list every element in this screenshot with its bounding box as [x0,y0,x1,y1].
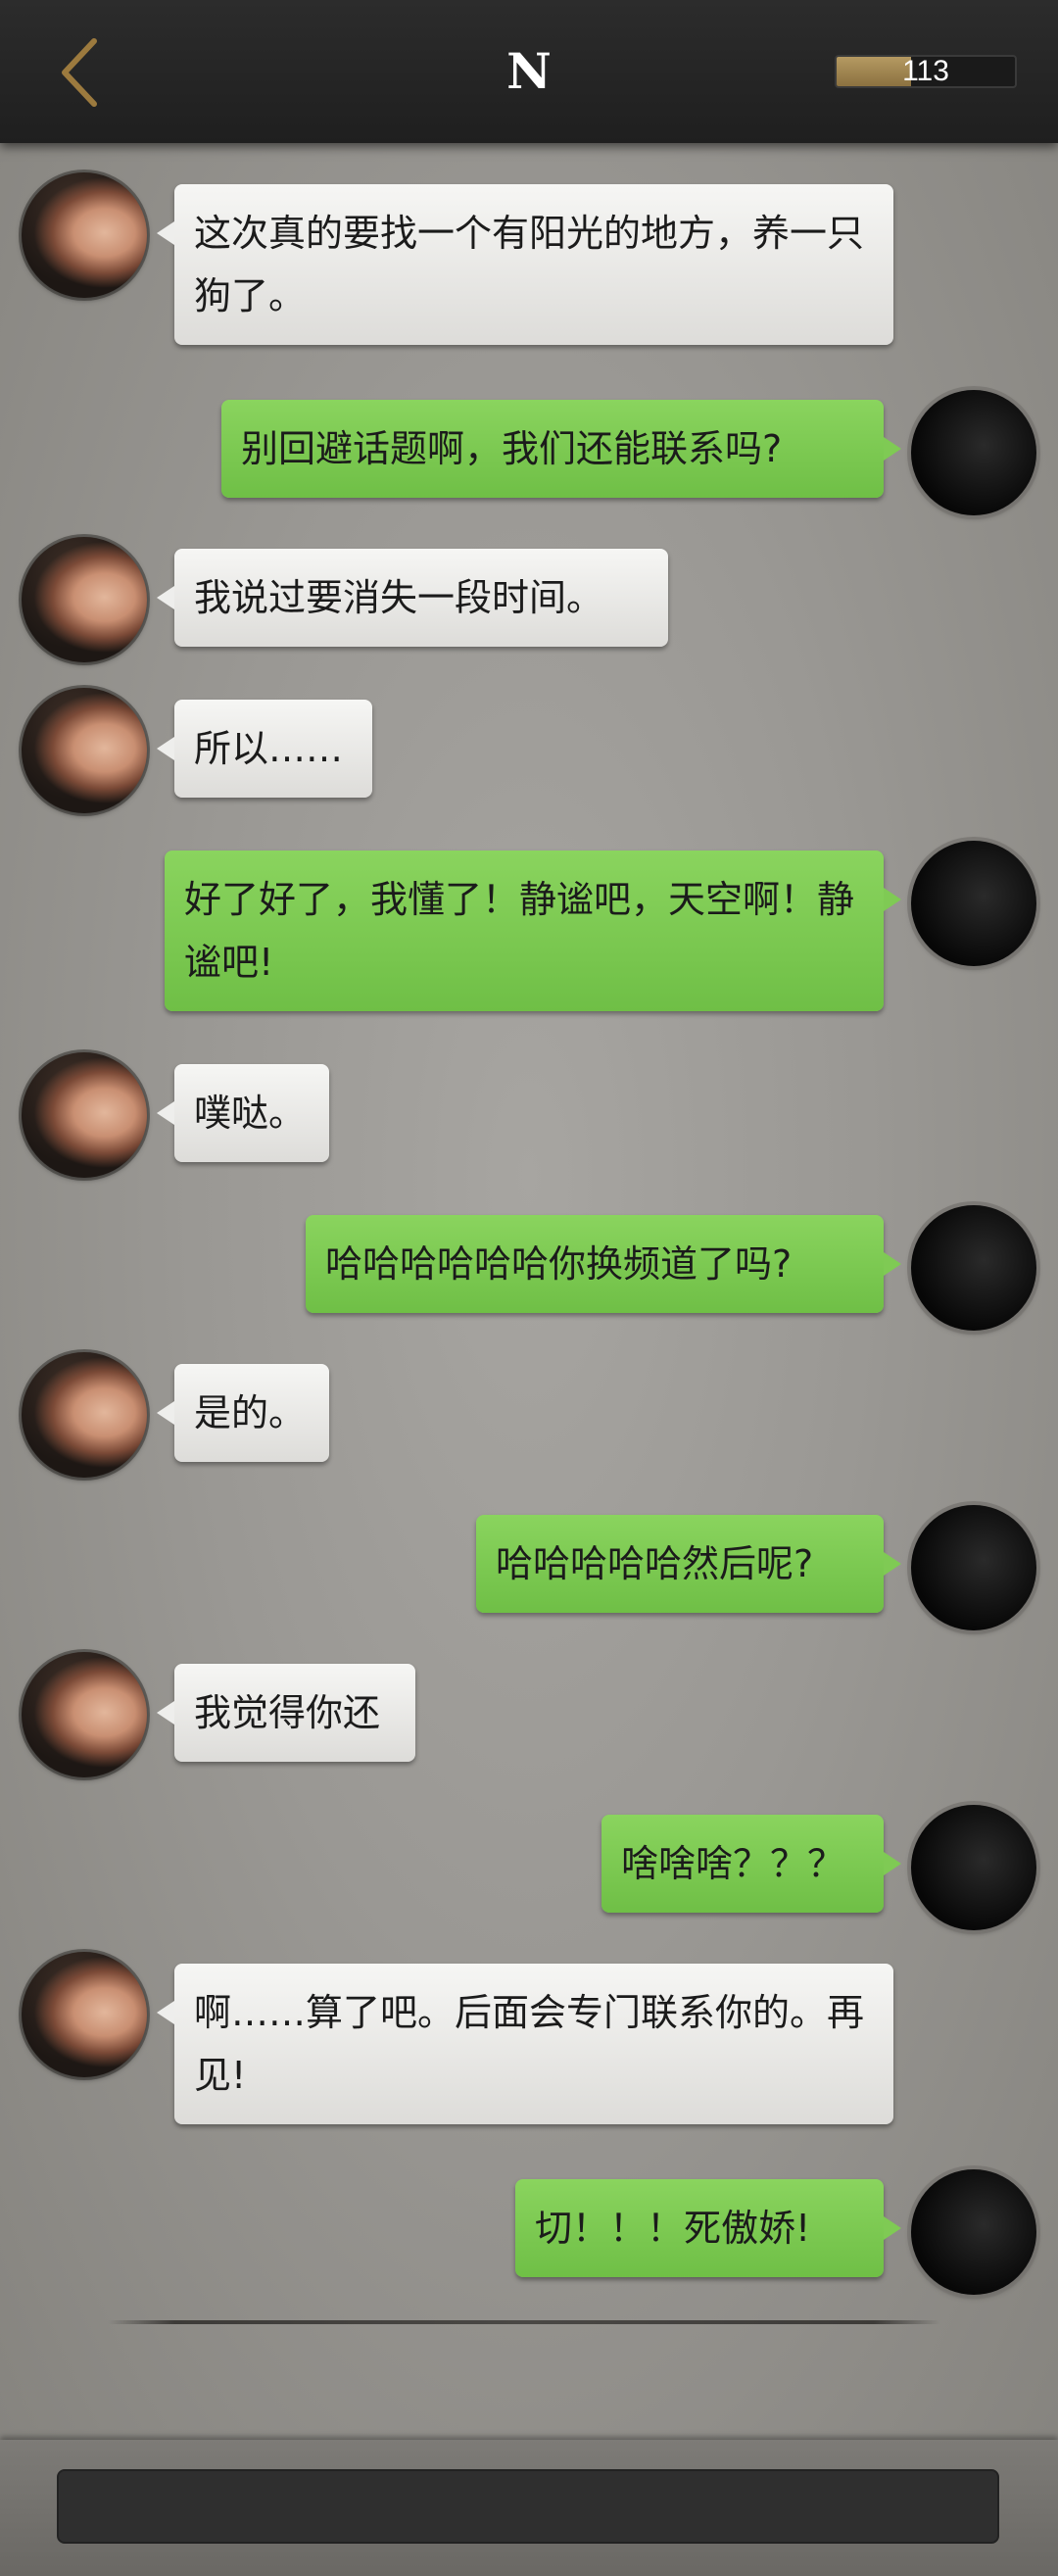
input-bar [0,2440,1058,2576]
contact-avatar[interactable] [22,1952,147,2077]
message-input[interactable] [57,2469,999,2544]
sent-message-bubble: 哈哈哈哈哈然后呢? [476,1515,901,1613]
sent-message-bubble: 啥啥啥？？？ [601,1815,901,1913]
user-avatar[interactable] [911,390,1036,515]
sent-message-bubble: 切！！！死傲娇! [515,2179,901,2277]
user-avatar[interactable] [911,1205,1036,1331]
chat-area[interactable]: 这次真的要找一个有阳光的地方，养一只狗了。 别回避话题啊，我们还能联系吗? 我说… [0,143,1058,2440]
received-message-bubble: 我说过要消失一段时间。 [157,549,668,647]
received-message-bubble: 噗哒。 [157,1064,329,1162]
received-message-bubble: 我觉得你还 [157,1664,415,1762]
chat-end-divider [108,2320,940,2324]
user-avatar[interactable] [911,1805,1036,1930]
progress-value: 113 [902,55,949,87]
sent-message-bubble: 好了好了，我懂了！静谧吧，天空啊！静谧吧! [165,851,901,1011]
contact-avatar[interactable] [22,537,147,662]
sent-message-bubble: 别回避话题啊，我们还能联系吗? [221,400,901,498]
contact-avatar[interactable] [22,172,147,298]
progress-meter: 113 [835,55,1017,88]
received-message-bubble: 所以…… [157,700,372,798]
contact-avatar[interactable] [22,1652,147,1777]
contact-avatar[interactable] [22,1052,147,1178]
contact-avatar[interactable] [22,1352,147,1478]
received-message-bubble: 啊……算了吧。后面会专门联系你的。再见! [157,1964,893,2124]
sent-message-bubble: 哈哈哈哈哈哈你换频道了吗? [306,1215,901,1313]
user-avatar[interactable] [911,841,1036,966]
contact-avatar[interactable] [22,688,147,813]
user-avatar[interactable] [911,1505,1036,1630]
top-bar: N 113 [0,0,1058,143]
received-message-bubble: 这次真的要找一个有阳光的地方，养一只狗了。 [157,184,893,345]
user-avatar[interactable] [911,2169,1036,2295]
received-message-bubble: 是的。 [157,1364,329,1462]
